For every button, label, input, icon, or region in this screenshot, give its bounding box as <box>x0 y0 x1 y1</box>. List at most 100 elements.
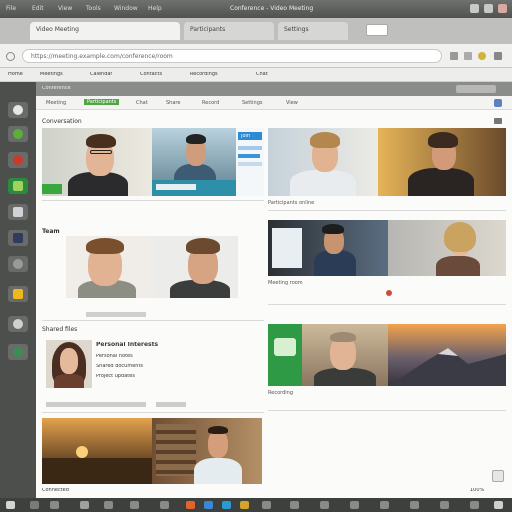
toolbar-view[interactable]: View <box>286 100 298 106</box>
toolbar-meeting[interactable]: Meeting <box>46 100 66 106</box>
app-header-controls[interactable] <box>456 85 496 93</box>
app-launcher-tile[interactable] <box>268 324 302 386</box>
taskbar-app-icon[interactable] <box>104 501 113 509</box>
maximize-button[interactable] <box>484 4 493 13</box>
taskbar-app-icon[interactable] <box>290 501 299 509</box>
participant-hair <box>86 238 124 254</box>
tab-participants[interactable]: Participants <box>184 22 274 40</box>
chat-side-panel: Join <box>236 128 264 196</box>
bookshelf <box>156 424 196 476</box>
taskbar-clock[interactable] <box>494 501 503 509</box>
profile-icon[interactable] <box>478 52 486 60</box>
menu-edit[interactable]: Edit <box>32 5 44 12</box>
video-tile-participant-9[interactable] <box>302 324 388 386</box>
bookmark-calendar[interactable]: Calendar <box>90 72 112 77</box>
taskbar-app-icon[interactable] <box>380 501 389 509</box>
tab-settings[interactable]: Settings <box>278 22 348 40</box>
card-title: Personal Interests <box>96 342 159 348</box>
tab-video-meeting[interactable]: Video Meeting <box>30 22 180 40</box>
refresh-icon[interactable] <box>8 126 28 142</box>
participant-hair <box>330 332 356 342</box>
participant-hair <box>322 224 344 234</box>
video-tile-participant-4[interactable] <box>378 128 506 196</box>
video-tile-participant-5[interactable] <box>66 236 154 298</box>
card-footer-bar <box>156 402 186 407</box>
participant-hair <box>186 134 206 144</box>
home-icon[interactable] <box>8 102 28 118</box>
menu-view[interactable]: View <box>58 5 72 12</box>
video-tile-participant-1[interactable] <box>42 128 152 196</box>
bookmark-home[interactable]: Home <box>8 72 23 77</box>
title-bar: File Edit View Tools Window Help Confere… <box>0 0 512 18</box>
tab-label: Participants <box>190 26 226 33</box>
toolbar-participants[interactable]: Participants <box>84 99 120 105</box>
more-icon[interactable] <box>494 118 502 124</box>
chat-icon[interactable] <box>8 230 28 246</box>
divider <box>42 200 264 201</box>
taskbar-app-icon[interactable] <box>204 501 213 509</box>
active-speaker-badge <box>42 184 62 194</box>
participants-online-caption: Participants online <box>268 200 315 206</box>
url-input[interactable]: https://meeting.example.com/conference/r… <box>22 49 442 63</box>
video-tile-participant-8[interactable] <box>388 220 506 276</box>
grid-view-icon[interactable] <box>494 99 502 107</box>
toolbar-chat[interactable]: Chat <box>136 100 148 106</box>
bookmark-icon[interactable] <box>450 52 458 60</box>
card-line-3: Project updates <box>96 374 135 379</box>
new-tab-button[interactable] <box>366 24 388 36</box>
menu-window[interactable]: Window <box>114 5 138 12</box>
taskbar-app-icon[interactable] <box>440 501 449 509</box>
tab-label: Video Meeting <box>36 26 79 33</box>
video-tile-participant-10[interactable] <box>152 418 262 484</box>
taskbar-app-icon[interactable] <box>222 501 231 509</box>
taskbar-app-icon[interactable] <box>350 501 359 509</box>
refresh-icon[interactable] <box>6 52 15 61</box>
taskbar-app-icon[interactable] <box>320 501 329 509</box>
menu-file[interactable]: File <box>6 5 16 12</box>
video-tile-sunset[interactable] <box>42 418 152 484</box>
toolbar-settings[interactable]: Settings <box>242 100 263 106</box>
folder-icon[interactable] <box>8 286 28 302</box>
video-tile-participant-3[interactable] <box>268 128 378 196</box>
taskbar-app-icon[interactable] <box>240 501 249 509</box>
record-icon[interactable] <box>8 152 28 168</box>
taskbar-app-icon[interactable] <box>160 501 169 509</box>
bookmark-contacts[interactable]: Contacts <box>140 72 162 77</box>
settings-icon[interactable] <box>8 316 28 332</box>
minimize-button[interactable] <box>470 4 479 13</box>
close-button[interactable] <box>498 4 507 13</box>
calendar-icon[interactable] <box>8 178 28 194</box>
camera-icon[interactable] <box>8 204 28 220</box>
taskbar-app-icon[interactable] <box>186 501 195 509</box>
taskbar <box>0 498 512 512</box>
join-button[interactable]: Join <box>238 132 262 140</box>
taskbar-app-icon[interactable] <box>410 501 419 509</box>
extensions-icon[interactable] <box>464 52 472 60</box>
toolbar-share[interactable]: Share <box>166 100 180 106</box>
taskbar-app-icon[interactable] <box>30 501 39 509</box>
toolbar-record[interactable]: Record <box>202 100 219 106</box>
video-tile-mountain-scene[interactable] <box>388 324 506 386</box>
taskbar-app-icon[interactable] <box>130 501 139 509</box>
bookmark-meetings[interactable]: Meetings <box>40 72 63 77</box>
contacts-icon[interactable] <box>8 256 28 272</box>
divider <box>42 412 264 413</box>
taskbar-app-icon[interactable] <box>50 501 59 509</box>
start-icon[interactable] <box>6 501 15 509</box>
menu-help[interactable]: Help <box>148 5 162 12</box>
video-tile-participant-7[interactable] <box>268 220 388 276</box>
chat-bubble-icon[interactable] <box>492 470 504 482</box>
zoom-level: 100% <box>470 488 485 493</box>
meeting-room-caption: Meeting room <box>268 280 303 286</box>
menu-tools[interactable]: Tools <box>86 5 101 12</box>
bookmark-chat[interactable]: Chat <box>256 72 268 77</box>
video-tile-participant-2[interactable] <box>152 128 236 196</box>
card-footer-bar <box>46 402 146 407</box>
bookmark-recordings[interactable]: Recordings <box>190 72 218 77</box>
help-icon[interactable] <box>8 344 28 360</box>
taskbar-app-icon[interactable] <box>80 501 89 509</box>
taskbar-app-icon[interactable] <box>262 501 271 509</box>
taskbar-tray-icon[interactable] <box>470 501 479 509</box>
menu-icon[interactable] <box>494 52 502 60</box>
video-tile-participant-6[interactable] <box>154 236 238 298</box>
